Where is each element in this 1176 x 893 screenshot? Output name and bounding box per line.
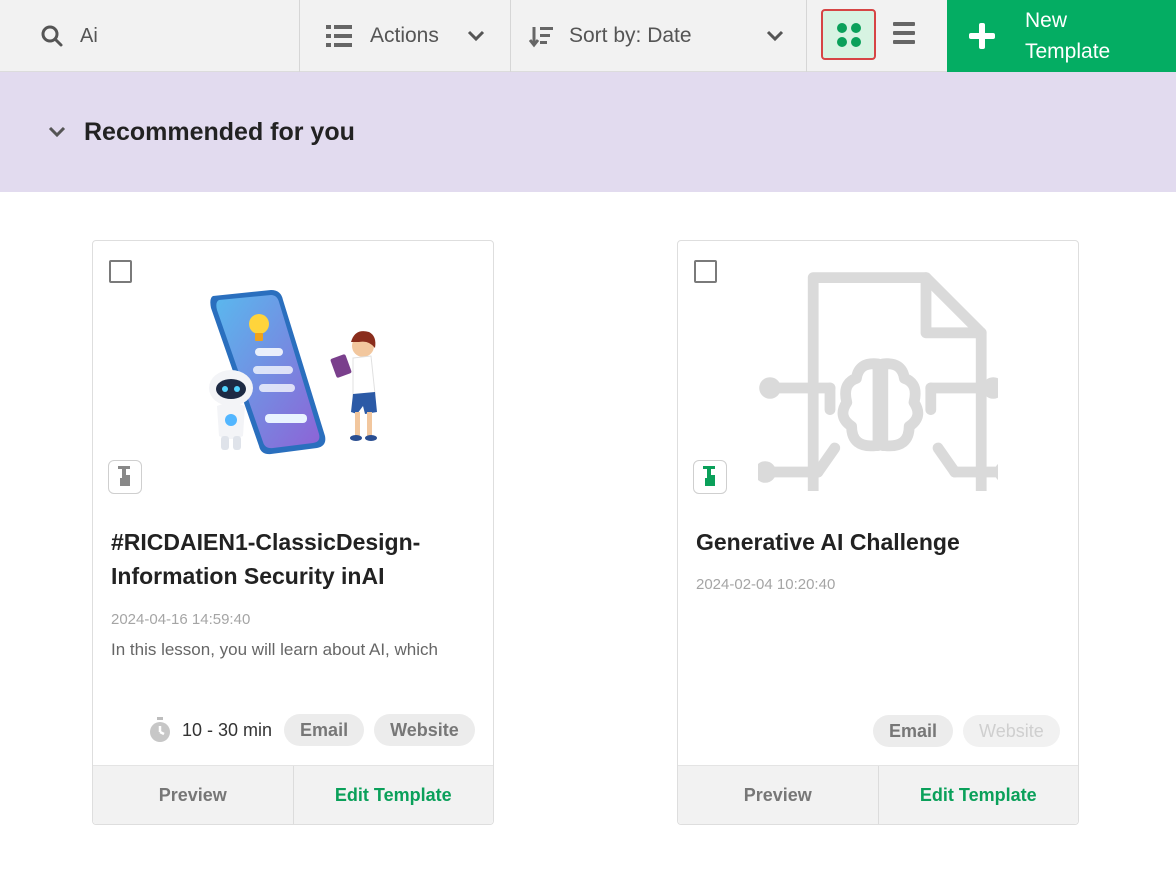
- new-template-button[interactable]: New Template: [947, 0, 1176, 72]
- ai-learning-illustration: [209, 290, 377, 455]
- sort-dropdown[interactable]: Sort by: Date: [511, 0, 807, 72]
- select-checkbox[interactable]: [694, 260, 717, 283]
- edit-template-button[interactable]: Edit Template: [879, 766, 1079, 824]
- card-meta: Email Website: [873, 715, 1070, 747]
- channel-chip-website: Website: [963, 715, 1060, 747]
- template-card: Generative AI Challenge 2024-02-04 10:20…: [677, 240, 1079, 825]
- channel-chip-website: Website: [374, 714, 475, 746]
- preview-button[interactable]: Preview: [678, 766, 879, 824]
- card-meta: 10 - 30 min Email Website: [148, 714, 485, 746]
- template-card: #RICDAIEN1-ClassicDesign-Information Sec…: [92, 240, 494, 825]
- actions-dropdown[interactable]: Actions: [300, 0, 511, 72]
- chevron-down-icon: [48, 126, 66, 138]
- recommended-section-header[interactable]: Recommended for you: [0, 72, 1176, 192]
- channel-chip-email: Email: [873, 715, 954, 747]
- list-view-button[interactable]: [893, 21, 915, 45]
- new-template-label: New Template: [1025, 9, 1111, 63]
- card-date: 2024-02-04 10:20:40: [696, 576, 836, 593]
- plus-icon: [969, 23, 995, 49]
- interactive-badge: [108, 460, 142, 494]
- card-description: In this lesson, you will learn about AI,…: [111, 640, 438, 659]
- grid-icon: [836, 22, 861, 47]
- touch-hand-icon: [703, 466, 715, 486]
- sort-icon: [529, 27, 553, 48]
- actions-label: Actions: [370, 24, 439, 47]
- ai-document-placeholder-icon: [758, 272, 998, 491]
- card-footer: Preview Edit Template: [678, 765, 1078, 824]
- toolbar: Actions Sort by: Date: [0, 0, 1176, 72]
- card-footer: Preview Edit Template: [93, 765, 493, 824]
- chevron-down-icon: [766, 30, 783, 42]
- duration: 10 - 30 min: [148, 717, 272, 743]
- card-title[interactable]: Generative AI Challenge: [696, 525, 1066, 559]
- view-toggle: [807, 0, 947, 72]
- edit-template-button[interactable]: Edit Template: [294, 766, 494, 824]
- search-input[interactable]: [80, 24, 280, 48]
- grid-view-button[interactable]: [821, 9, 876, 60]
- search-box[interactable]: [0, 0, 300, 72]
- search-icon: [41, 25, 63, 47]
- channel-chip-email: Email: [284, 714, 365, 746]
- interactive-badge: [693, 460, 727, 494]
- duration-label: 10 - 30 min: [182, 719, 273, 740]
- sort-label: Sort by: Date: [569, 24, 692, 47]
- touch-hand-icon: [118, 466, 130, 486]
- select-checkbox[interactable]: [109, 260, 132, 283]
- chevron-down-icon: [467, 30, 484, 42]
- list-bullets-icon: [326, 25, 352, 47]
- preview-button[interactable]: Preview: [93, 766, 294, 824]
- section-title: Recommended for you: [84, 117, 355, 146]
- card-date: 2024-04-16 14:59:40: [111, 611, 251, 628]
- stopwatch-icon: [150, 717, 170, 742]
- card-title[interactable]: #RICDAIEN1-ClassicDesign-Information Sec…: [111, 525, 481, 593]
